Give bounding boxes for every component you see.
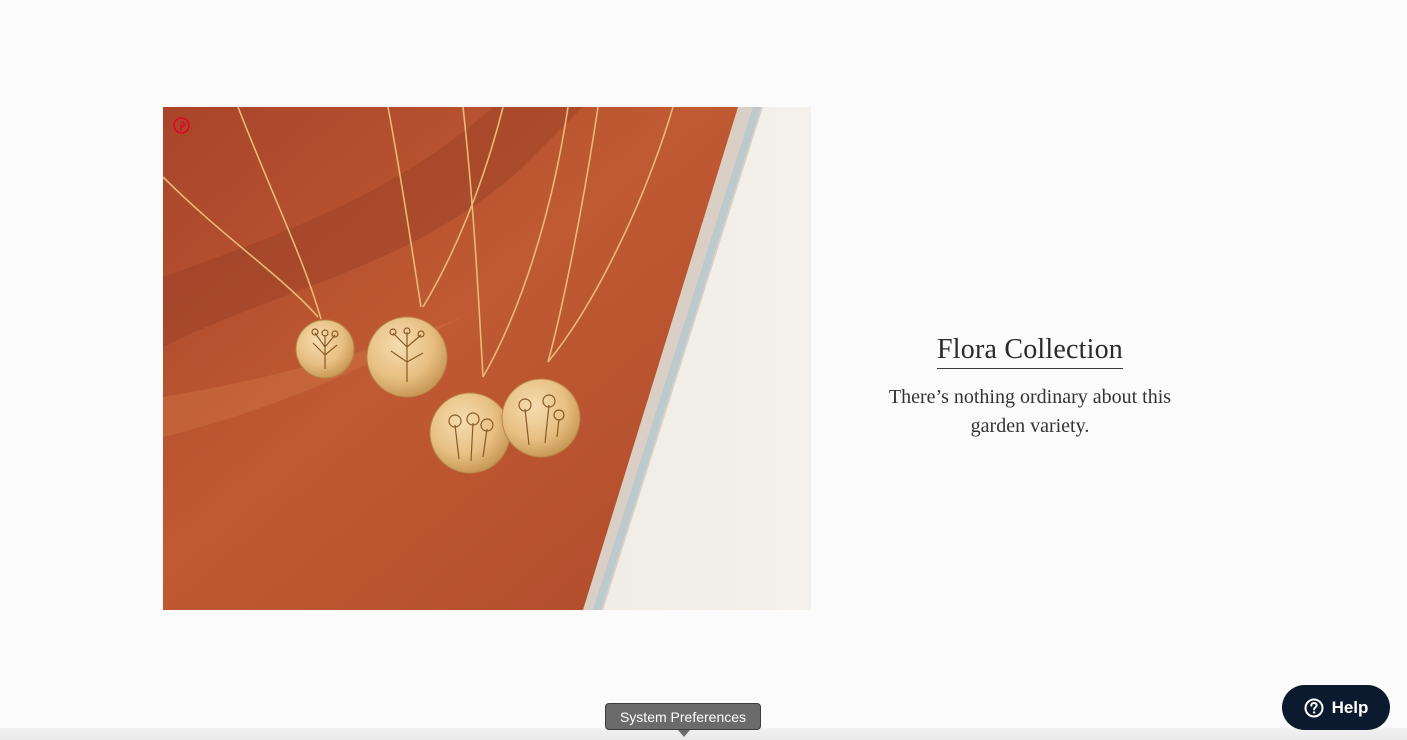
dock-tooltip: System Preferences — [605, 703, 761, 730]
help-button[interactable]: Help — [1282, 685, 1390, 730]
necklaces-photo — [163, 107, 811, 610]
help-label: Help — [1331, 697, 1369, 717]
collection-block: Flora Collection There’s nothing ordinar… — [870, 334, 1190, 441]
collection-description: There’s nothing ordinary about this gard… — [888, 386, 1172, 437]
question-circle-icon — [1304, 698, 1324, 718]
flora-collection-image[interactable] — [163, 107, 811, 610]
pinterest-icon[interactable] — [173, 117, 190, 134]
page: Flora Collection There’s nothing ordinar… — [0, 0, 1407, 740]
collection-title[interactable]: Flora Collection — [937, 334, 1123, 369]
tooltip-arrow — [678, 730, 690, 737]
